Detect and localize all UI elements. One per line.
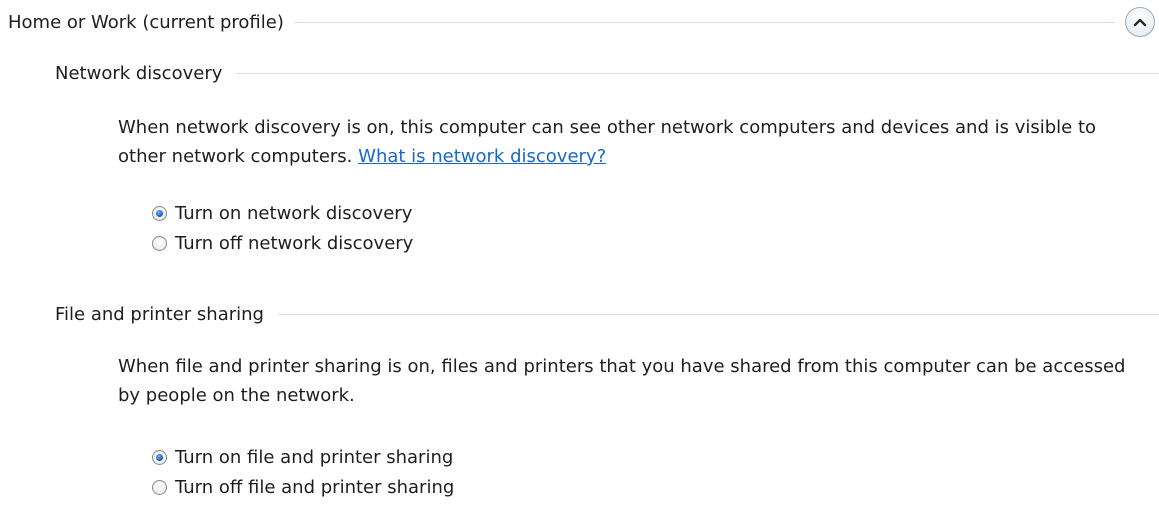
what-is-network-discovery-link[interactable]: What is network discovery?	[358, 146, 606, 167]
network-discovery-header: Network discovery	[55, 58, 1159, 88]
turn-on-network-discovery-option[interactable]: Turn on network discovery	[152, 199, 412, 228]
divider	[277, 313, 1159, 315]
divider	[236, 72, 1159, 74]
radio-button-selected[interactable]	[152, 450, 167, 465]
option-label: Turn on network discovery	[175, 203, 413, 224]
divider	[293, 21, 1115, 23]
radio-button[interactable]	[152, 480, 167, 495]
turn-on-file-printer-sharing-option[interactable]: Turn on file and printer sharing	[152, 443, 453, 472]
description-text: When file and printer sharing is on, fil…	[118, 356, 1126, 406]
network-discovery-description: When network discovery is on, this compu…	[118, 113, 1148, 171]
description-text: When network discovery is on, this compu…	[118, 117, 1097, 167]
turn-off-network-discovery-option[interactable]: Turn off network discovery	[152, 229, 413, 258]
option-label: Turn off file and printer sharing	[175, 477, 455, 498]
option-label: Turn on file and printer sharing	[175, 447, 454, 468]
option-label: Turn off network discovery	[175, 233, 414, 254]
section-title: File and printer sharing	[55, 303, 264, 325]
collapse-button[interactable]	[1125, 7, 1155, 37]
profile-header: Home or Work (current profile)	[8, 5, 1155, 39]
file-printer-sharing-description: When file and printer sharing is on, fil…	[118, 352, 1148, 410]
profile-title: Home or Work (current profile)	[8, 11, 284, 33]
file-printer-sharing-header: File and printer sharing	[55, 299, 1159, 329]
turn-off-file-printer-sharing-option[interactable]: Turn off file and printer sharing	[152, 473, 454, 502]
radio-button[interactable]	[152, 236, 167, 251]
chevron-up-icon	[1133, 18, 1147, 27]
radio-button-selected[interactable]	[152, 206, 167, 221]
section-title: Network discovery	[55, 62, 223, 84]
